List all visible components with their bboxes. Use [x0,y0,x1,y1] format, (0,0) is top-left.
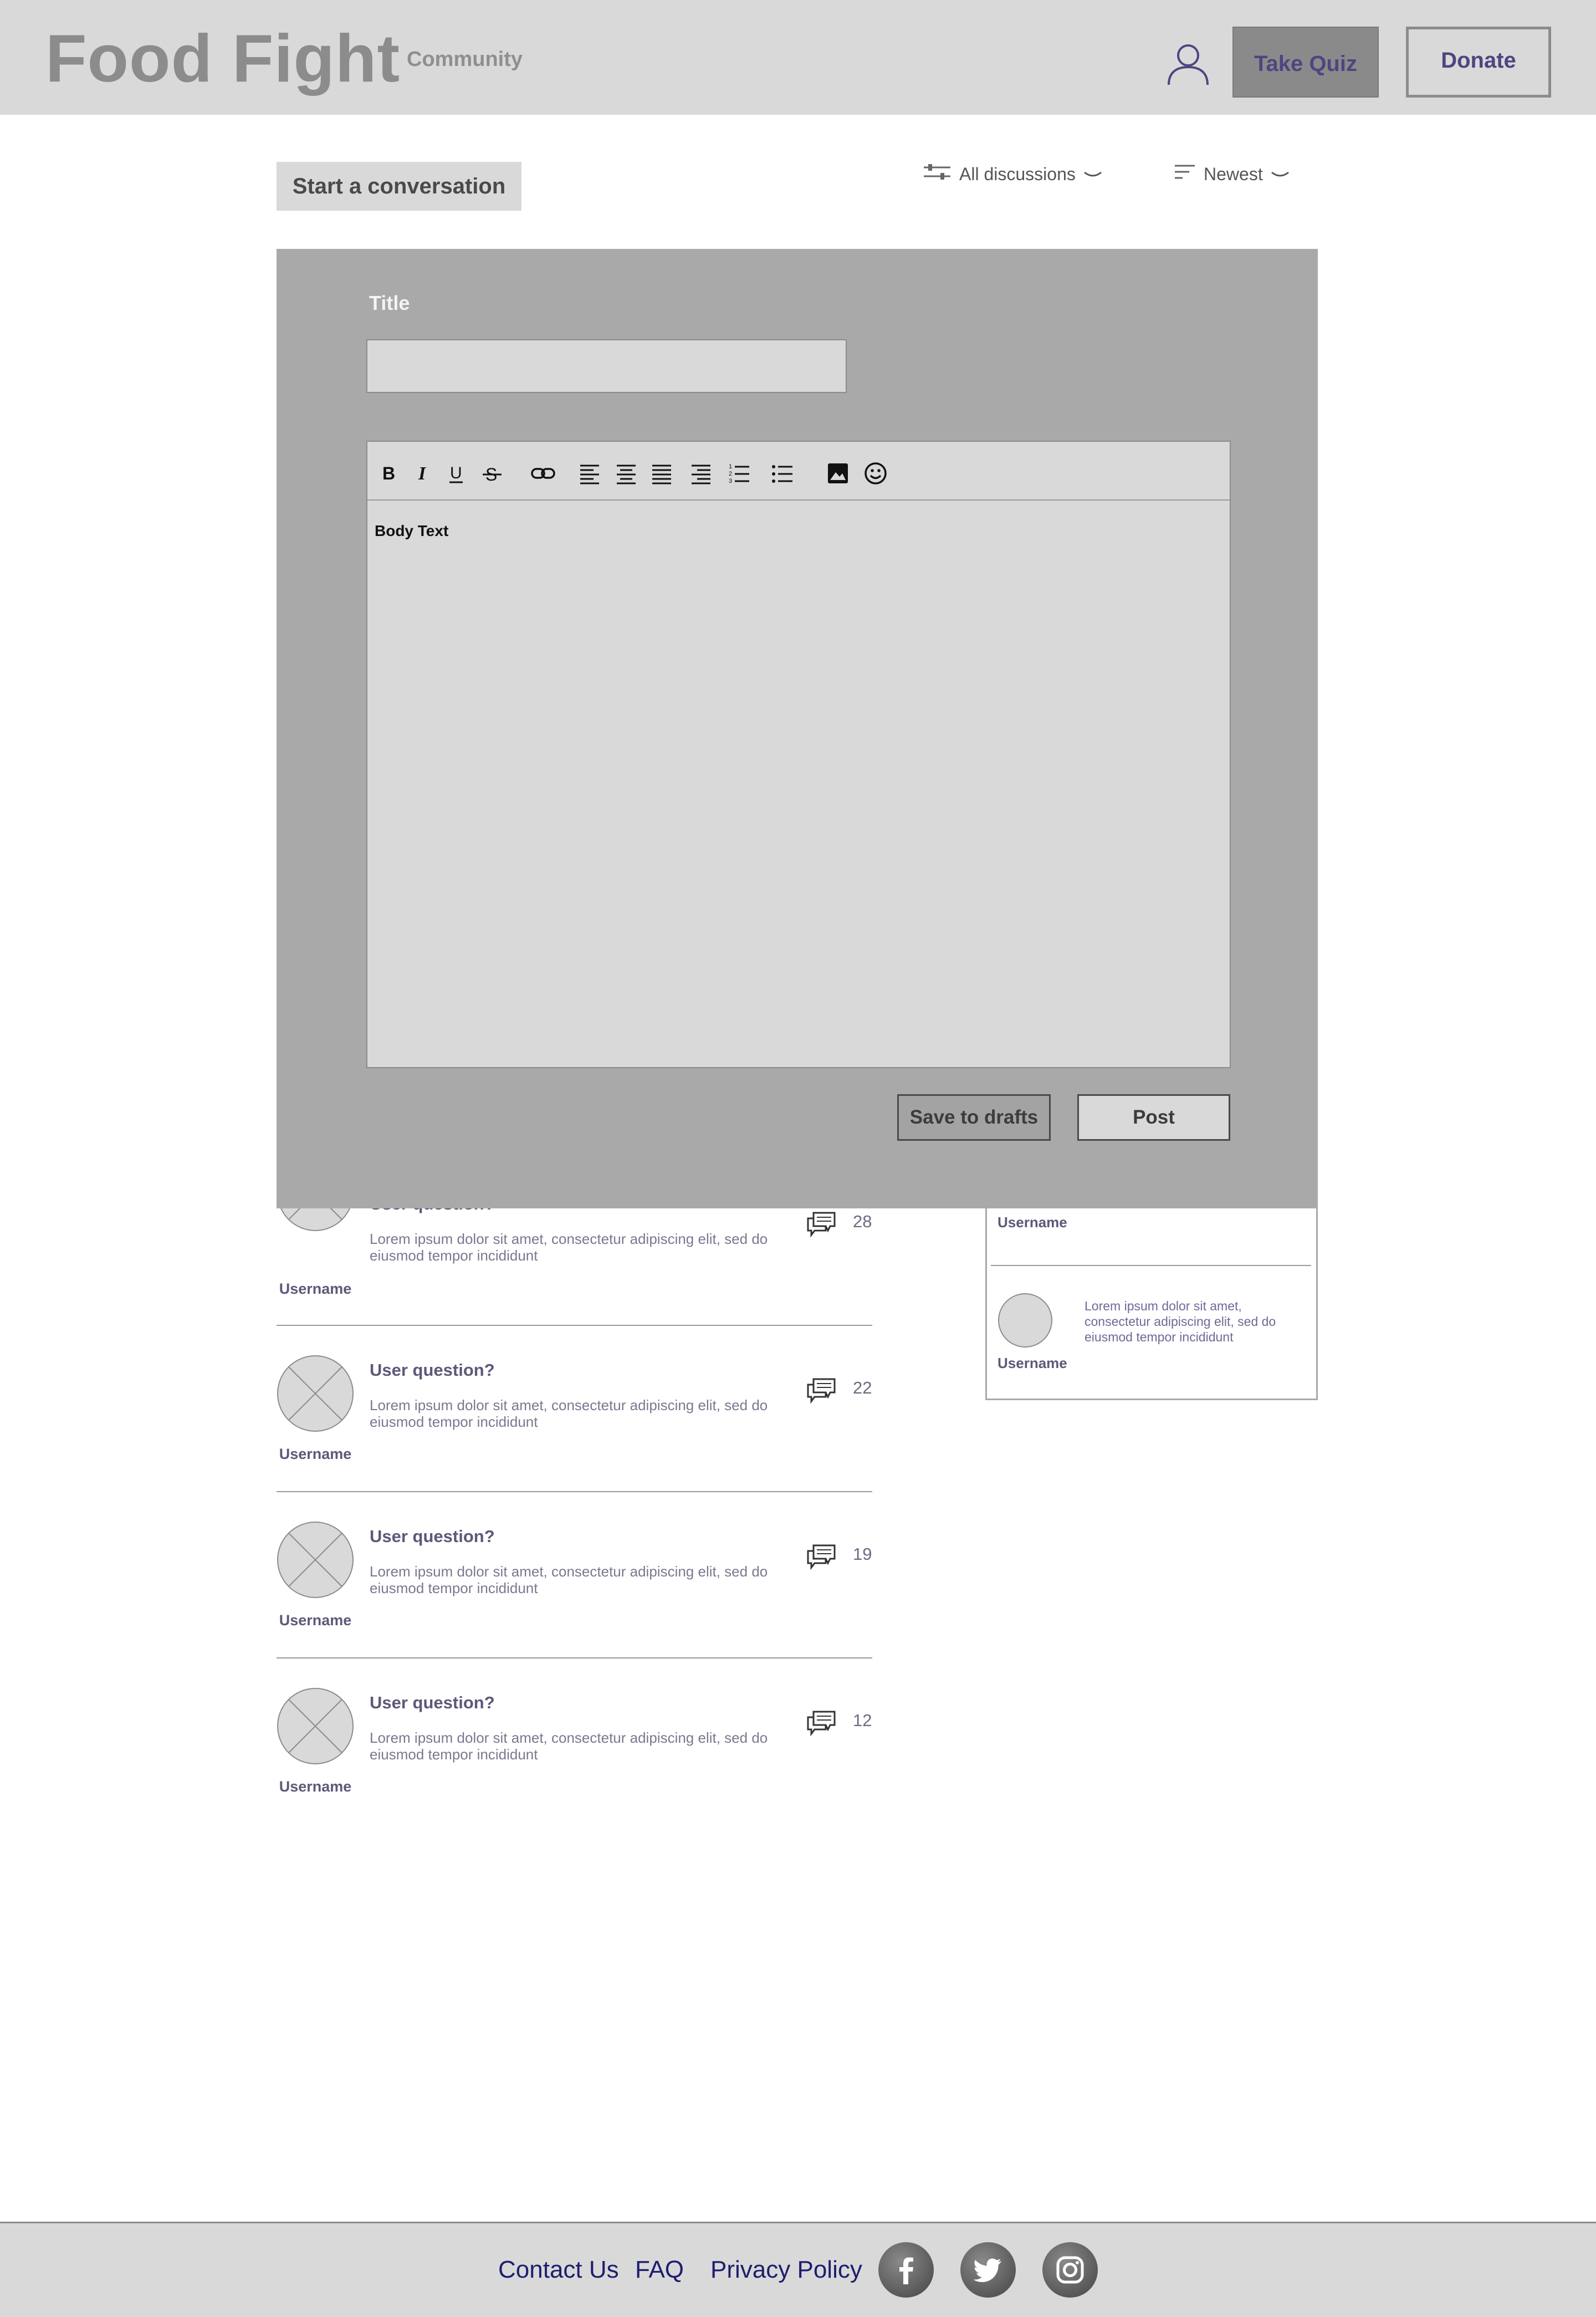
avatar-placeholder-icon [277,1521,354,1599]
post-button[interactable]: Post [1077,1094,1230,1141]
comment-count: 12 [853,1711,872,1730]
take-quiz-button[interactable]: Take Quiz [1232,27,1379,98]
filter-icon [923,162,952,186]
title-label: Title [369,292,410,314]
question-excerpt: Lorem ipsum dolor sit amet, consectetur … [370,1397,768,1430]
avatar-placeholder-icon [277,1687,354,1765]
faq-link[interactable]: FAQ [635,2256,684,2284]
avatar-placeholder-icon [277,1355,354,1432]
username[interactable]: Username [998,1355,1067,1372]
body-editor[interactable] [366,441,1231,1068]
svg-text:3: 3 [729,478,732,484]
title-input[interactable] [366,339,847,393]
bold-icon[interactable]: B [377,461,401,486]
brand-section-label: Community [407,48,523,71]
question-excerpt: Lorem ipsum dolor sit amet, consectetur … [370,1729,768,1763]
start-conversation-button[interactable]: Start a conversation [277,162,521,211]
discussion-filter-dropdown[interactable]: All discussions [923,162,1102,186]
chevron-down-icon [1271,164,1290,185]
save-to-drafts-button[interactable]: Save to drafts [897,1094,1051,1141]
discussion-row[interactable]: Username User question? Lorem ipsum dolo… [277,1521,872,1687]
privacy-policy-link[interactable]: Privacy Policy [710,2256,862,2284]
italic-icon[interactable]: I [412,461,436,486]
numbered-list-icon[interactable]: 123 [727,461,751,486]
emoji-icon[interactable] [863,461,888,486]
username[interactable]: Username [277,1778,354,1795]
username[interactable]: Username [277,1446,354,1463]
question-excerpt: Lorem ipsum dolor sit amet, consectetur … [370,1563,768,1596]
question-title[interactable]: User question? [370,1693,495,1713]
comments-icon [806,1543,837,1571]
svg-text:U: U [450,464,462,482]
sort-icon [1174,162,1196,186]
username[interactable]: Username [277,1612,354,1629]
bullet-list-icon[interactable] [770,461,795,486]
svg-text:2: 2 [729,471,732,477]
facebook-icon[interactable] [878,2242,934,2298]
align-right-icon[interactable] [689,461,713,486]
comment-count: 28 [853,1212,872,1231]
discussion-row[interactable]: Username User question? Lorem ipsum dolo… [277,1355,872,1521]
comment-count: 19 [853,1544,872,1564]
sort-label: Newest [1204,164,1263,184]
strikethrough-icon[interactable]: S [480,461,504,486]
twitter-icon[interactable] [960,2242,1016,2298]
link-icon[interactable] [530,461,556,486]
row-divider [277,1657,872,1658]
question-title[interactable]: User question? [370,1527,495,1547]
contact-us-link[interactable]: Contact Us [498,2256,619,2284]
question-title[interactable]: User question? [370,1360,495,1380]
comment-count: 22 [853,1378,872,1397]
filter-label: All discussions [959,164,1076,184]
question-excerpt: Lorem ipsum dolor sit amet, consectetur … [370,1231,768,1264]
discussion-row[interactable]: Username User question? Lorem ipsum dolo… [277,1687,872,1854]
chevron-down-icon [1083,164,1102,185]
instagram-icon[interactable] [1042,2242,1098,2298]
comments-icon [806,1377,837,1405]
side-item[interactable]: Username [998,1214,1067,1231]
svg-text:1: 1 [729,463,732,470]
underline-icon[interactable]: U [444,461,469,486]
align-center-icon[interactable] [614,461,638,486]
avatar [998,1293,1053,1348]
sort-dropdown[interactable]: Newest [1174,162,1290,186]
username[interactable]: Username [277,1280,354,1298]
align-justify-icon[interactable] [649,461,674,486]
user-icon[interactable] [1167,42,1210,86]
donate-button[interactable]: Donate [1406,27,1551,98]
comments-icon [806,1211,837,1238]
svg-text:B: B [382,463,395,483]
row-divider [277,1325,872,1326]
username[interactable]: Username [998,1214,1067,1231]
image-icon[interactable] [826,461,850,486]
row-divider [277,1491,872,1492]
brand-logo[interactable]: Food Fight [45,22,400,94]
panel-divider [991,1265,1311,1266]
align-left-icon[interactable] [577,461,602,486]
comments-icon [806,1709,837,1737]
svg-text:I: I [418,463,427,484]
body-text[interactable]: Body Text [375,522,448,540]
side-item-excerpt: Lorem ipsum dolor sit amet, consectetur … [1085,1299,1276,1344]
